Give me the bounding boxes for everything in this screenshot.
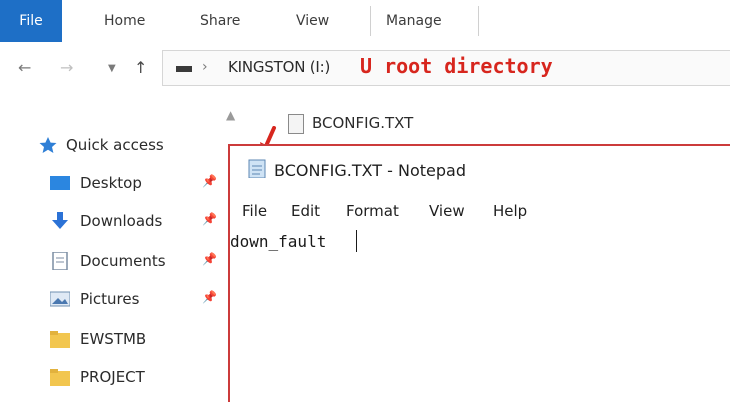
download-icon [52,212,68,229]
tab-view[interactable]: View [296,0,329,42]
text-caret [356,230,357,252]
star-icon [39,137,57,153]
breadcrumb-chevron-icon[interactable]: › [202,59,208,75]
file-item-bconfig[interactable]: BCONFIG.TXT [312,114,413,132]
breadcrumb-drive[interactable]: KINGSTON (I:) [228,58,330,76]
sidebar-item-label: Pictures [80,290,140,308]
pin-icon[interactable]: 📌 [202,252,217,266]
usb-drive-icon [176,66,192,72]
tab-file[interactable]: File [0,0,62,42]
root-directory-annotation: U root directory [360,54,553,78]
scroll-up-icon[interactable]: ▲ [226,108,235,122]
chevron-down-icon[interactable]: ▼ [108,63,116,74]
pin-icon[interactable]: 📌 [202,212,217,226]
pictures-icon [50,291,70,307]
pin-icon[interactable]: 📌 [202,174,217,188]
tab-home[interactable]: Home [104,0,145,42]
sidebar-item-label: Desktop [80,174,142,192]
menu-edit[interactable]: Edit [291,202,320,220]
documents-icon [52,252,68,270]
ribbon-tabs: File Home Share View Manage [0,0,730,43]
tab-separator [370,6,371,36]
folder-icon [50,369,70,386]
sidebar-item-label: PROJECT [80,368,145,386]
notepad-text-area[interactable]: down_fault [230,232,326,251]
tab-share[interactable]: Share [200,0,240,42]
sidebar-item-label: EWSTMB [80,330,147,348]
up-arrow-icon[interactable]: ↑ [134,58,147,77]
desktop-folder-icon [50,176,70,190]
text-file-icon [288,114,304,134]
notepad-window [228,144,730,402]
tab-manage[interactable]: Manage [386,0,442,42]
menu-file[interactable]: File [242,202,267,220]
forward-icon[interactable]: → [60,58,73,77]
pin-icon[interactable]: 📌 [202,290,217,304]
menu-view[interactable]: View [429,202,465,220]
tab-separator [478,6,479,36]
back-icon[interactable]: ← [18,58,31,77]
menu-help[interactable]: Help [493,202,527,220]
folder-icon [50,331,70,348]
sidebar-item-label: Downloads [80,212,163,230]
sidebar-item-label: Quick access [66,136,164,154]
notepad-title: BCONFIG.TXT - Notepad [274,161,466,180]
menu-format[interactable]: Format [346,202,399,220]
notepad-icon [248,159,266,178]
sidebar-item-label: Documents [80,252,166,270]
